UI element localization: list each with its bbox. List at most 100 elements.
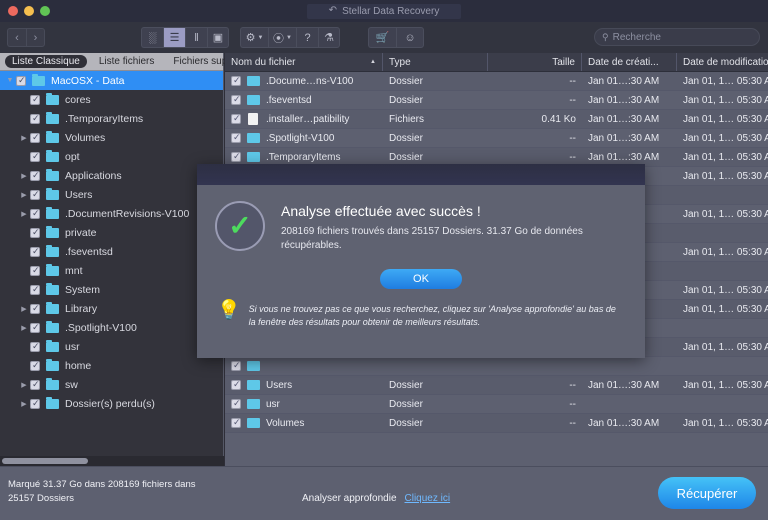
dialog-body: ✓ Analyse effectuée avec succès ! 208169… xyxy=(197,185,645,358)
row-checkbox[interactable] xyxy=(231,361,241,371)
row-checkbox[interactable] xyxy=(231,152,241,162)
tree-item[interactable]: opt xyxy=(0,147,223,166)
tree-item[interactable]: .TemporaryItems xyxy=(0,109,223,128)
tree-item-checkbox[interactable] xyxy=(30,171,40,181)
cell-type: Dossier xyxy=(383,399,488,410)
tree-item-checkbox[interactable] xyxy=(30,114,40,124)
cell-filename: .fseventsd xyxy=(225,95,383,106)
row-checkbox[interactable] xyxy=(231,380,241,390)
account-icon[interactable]: ☺ xyxy=(396,27,424,48)
close-window-button[interactable] xyxy=(8,6,18,16)
row-checkbox[interactable] xyxy=(231,133,241,143)
table-row[interactable]: VolumesDossier--Jan 01…:30 AMJan 01, 1… … xyxy=(225,414,768,433)
table-row[interactable]: usrDossier-- xyxy=(225,395,768,414)
chevron-right-icon[interactable]: ▶ xyxy=(18,381,30,389)
tree-item-checkbox[interactable] xyxy=(30,380,40,390)
zoom-window-button[interactable] xyxy=(40,6,50,16)
row-checkbox[interactable] xyxy=(231,114,241,124)
list-view-icon[interactable]: ☰ xyxy=(163,27,185,48)
column-header-created[interactable]: Date de créati... xyxy=(582,53,677,71)
tree-item-checkbox[interactable] xyxy=(30,228,40,238)
preview-view-icon[interactable]: ▣ xyxy=(207,27,229,48)
chevron-right-icon[interactable]: ▶ xyxy=(18,305,30,313)
table-row[interactable]: .installer…patibilityFichiers0.41 KoJan … xyxy=(225,110,768,129)
tree-item-checkbox[interactable] xyxy=(30,247,40,257)
cell-modified: Jan 01, 1… 05:30 AM xyxy=(677,114,768,125)
tree-item-checkbox[interactable] xyxy=(30,190,40,200)
tree-item-checkbox[interactable] xyxy=(30,209,40,219)
ok-button[interactable]: OK xyxy=(380,269,462,289)
gear-icon[interactable]: ⚙▼ xyxy=(240,27,268,48)
tree-item-checkbox[interactable] xyxy=(30,323,40,333)
row-checkbox[interactable] xyxy=(231,76,241,86)
column-view-icon[interactable]: ‖ xyxy=(185,27,207,48)
table-row[interactable] xyxy=(225,357,768,376)
chevron-right-icon[interactable]: ▶ xyxy=(18,324,30,332)
tree-item[interactable]: ▶.DocumentRevisions-V100 xyxy=(0,204,223,223)
chevron-right-icon[interactable]: ▶ xyxy=(18,400,30,408)
tree-item[interactable]: private xyxy=(0,223,223,242)
tree-item[interactable]: .fseventsd xyxy=(0,242,223,261)
minimize-window-button[interactable] xyxy=(24,6,34,16)
row-checkbox[interactable] xyxy=(231,95,241,105)
chevron-down-icon[interactable]: ▼ xyxy=(4,77,16,84)
history-icon[interactable]: ⦿▼ xyxy=(268,27,296,48)
forward-button[interactable]: › xyxy=(26,28,45,47)
table-row[interactable]: .Docume…ns-V100Dossier--Jan 01…:30 AMJan… xyxy=(225,72,768,91)
column-header-filename[interactable]: Nom du fichier ▲ xyxy=(225,53,383,71)
tree-item-checkbox[interactable] xyxy=(30,133,40,143)
sidebar-hscrollbar[interactable] xyxy=(0,456,224,466)
tab-liste-classique[interactable]: Liste Classique xyxy=(5,55,87,68)
tree-item[interactable]: ▶sw xyxy=(0,375,223,394)
tree-item[interactable]: ▶Applications xyxy=(0,166,223,185)
table-row[interactable]: UsersDossier--Jan 01…:30 AMJan 01, 1… 05… xyxy=(225,376,768,395)
cell-created: Jan 01…:30 AM xyxy=(582,380,677,391)
sidebar-hscrollbar-thumb[interactable] xyxy=(2,458,88,464)
deep-scan-link[interactable]: Cliquez ici xyxy=(405,493,451,504)
cell-size: -- xyxy=(488,399,582,410)
tree-item-checkbox[interactable] xyxy=(30,304,40,314)
tree-item-checkbox[interactable] xyxy=(30,361,40,371)
row-checkbox[interactable] xyxy=(231,399,241,409)
tree-item-checkbox[interactable] xyxy=(16,76,26,86)
table-row[interactable]: .Spotlight-V100Dossier--Jan 01…:30 AMJan… xyxy=(225,129,768,148)
chevron-right-icon[interactable]: ▶ xyxy=(18,210,30,218)
tree-item-checkbox[interactable] xyxy=(30,266,40,276)
tree-item-checkbox[interactable] xyxy=(30,399,40,409)
tree-item[interactable]: ▶Dossier(s) perdu(s) xyxy=(0,394,223,413)
tree-item[interactable]: ▶.Spotlight-V100 xyxy=(0,318,223,337)
tree-item[interactable]: home xyxy=(0,356,223,375)
tree-item[interactable]: usr xyxy=(0,337,223,356)
microscope-icon[interactable]: ⚗ xyxy=(318,27,340,48)
tree-item[interactable]: ▶Users xyxy=(0,185,223,204)
sidebar-panel: Liste Classique Liste fichiers Fichiers … xyxy=(0,53,224,466)
chevron-right-icon[interactable]: ▶ xyxy=(18,172,30,180)
tree-item[interactable]: ▶Library xyxy=(0,299,223,318)
help-icon[interactable]: ? xyxy=(296,27,318,48)
search-input[interactable]: ⚲ Recherche xyxy=(594,28,760,46)
tree-item[interactable]: ▼MacOSX - Data xyxy=(0,71,223,90)
grid-view-icon[interactable]: ░ xyxy=(141,27,163,48)
recover-button[interactable]: Récupérer xyxy=(658,477,756,509)
cart-icon[interactable]: 🛒 xyxy=(368,27,396,48)
chevron-right-icon[interactable]: ▶ xyxy=(18,191,30,199)
column-header-size[interactable]: Taille xyxy=(488,53,582,71)
chevron-right-icon[interactable]: ▶ xyxy=(18,134,30,142)
row-checkbox[interactable] xyxy=(231,418,241,428)
tree-item[interactable]: cores xyxy=(0,90,223,109)
column-header-type[interactable]: Type xyxy=(383,53,488,71)
table-row[interactable]: .fseventsdDossier--Jan 01…:30 AMJan 01, … xyxy=(225,91,768,110)
back-button[interactable]: ‹ xyxy=(7,28,26,47)
dialog-top-row: ✓ Analyse effectuée avec succès ! 208169… xyxy=(197,197,645,253)
tree-item-checkbox[interactable] xyxy=(30,342,40,352)
tree-item[interactable]: ▶Volumes xyxy=(0,128,223,147)
tree-item-checkbox[interactable] xyxy=(30,95,40,105)
tab-liste-fichiers[interactable]: Liste fichiers xyxy=(92,55,162,68)
column-header-modified[interactable]: Date de modification xyxy=(677,53,768,71)
tree-item-checkbox[interactable] xyxy=(30,152,40,162)
folder-icon xyxy=(46,171,59,181)
tree-item[interactable]: mnt xyxy=(0,261,223,280)
tree-item[interactable]: System xyxy=(0,280,223,299)
tree-item-checkbox[interactable] xyxy=(30,285,40,295)
folder-tree[interactable]: ▼MacOSX - Datacores.TemporaryItems▶Volum… xyxy=(0,71,223,466)
